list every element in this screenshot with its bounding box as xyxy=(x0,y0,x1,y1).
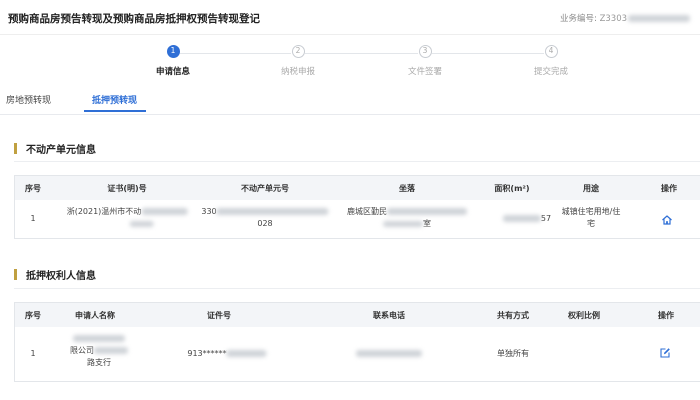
business-number-label: 业务编号: xyxy=(560,14,597,24)
redacted-text xyxy=(73,335,125,342)
id-number-prefix: 913****** xyxy=(187,349,227,358)
column-header: 共有方式 xyxy=(497,311,529,320)
applicant-name: 限公司 路支行 xyxy=(70,333,128,369)
certificate-number-text: 浙(2021)温州市不动 xyxy=(66,207,142,216)
property-area: 57 xyxy=(502,213,552,225)
mortgage-section-title: 抵押权利人信息 xyxy=(14,267,96,282)
phone-number xyxy=(356,348,422,360)
tab-mortgage-transfer[interactable]: 抵押预转现 xyxy=(92,93,137,106)
column-header: 面积(m²) xyxy=(494,184,530,193)
applicant-name-line-3: 路支行 xyxy=(87,358,111,367)
row-index: 1 xyxy=(30,214,36,223)
edit-icon[interactable] xyxy=(659,347,671,359)
mortgage-section-title-text: 抵押权利人信息 xyxy=(26,271,96,282)
step-1-number: 1 xyxy=(166,45,180,58)
column-header: 证件号 xyxy=(207,311,231,320)
tab-bar: 房地预转现 抵押预转现 xyxy=(0,88,700,115)
business-number-redacted xyxy=(628,15,691,22)
unit-number: 330 028 xyxy=(201,206,329,230)
redacted-text xyxy=(129,220,154,227)
step-1: 1 申请信息 xyxy=(128,45,218,77)
page-title: 预购商品房预告转现及预购商品房抵押权预告转现登记 xyxy=(8,13,260,25)
active-tab-indicator xyxy=(84,110,146,112)
redacted-text xyxy=(383,220,423,227)
section-divider xyxy=(14,288,700,289)
column-header: 操作 xyxy=(658,311,674,320)
redacted-text xyxy=(141,208,188,215)
column-header: 不动产单元号 xyxy=(241,184,289,193)
column-header: 用途 xyxy=(583,184,599,193)
table-row: 1 限公司 路支行 913****** 单独所有 xyxy=(15,327,700,381)
id-number: 913****** xyxy=(187,348,267,360)
property-table: 序号 证书(明)号 不动产单元号 坐落 面积(m²) 用途 操作 1 浙(202… xyxy=(14,175,700,239)
step-3: 3 文件签署 xyxy=(380,45,470,77)
certificate-number: 浙(2021)温州市不动 xyxy=(67,206,188,230)
page-header: 预购商品房预告转现及预购商品房抵押权预告转现登记 业务编号: Z3303 xyxy=(0,0,700,35)
usage-line-1: 城镇住宅用地/住 xyxy=(561,207,621,216)
unit-number-suffix: 028 xyxy=(257,219,273,228)
property-table-header: 序号 证书(明)号 不动产单元号 坐落 面积(m²) 用途 操作 xyxy=(15,176,700,200)
redacted-text xyxy=(356,350,422,357)
section-marker xyxy=(14,143,17,154)
step-4-label: 提交完成 xyxy=(533,67,568,77)
redacted-text xyxy=(387,208,467,215)
step-3-label: 文件签署 xyxy=(407,67,442,77)
column-header: 序号 xyxy=(25,184,41,193)
step-2-label: 纳税申报 xyxy=(280,67,315,77)
step-2: 2 纳税申报 xyxy=(253,45,343,77)
property-usage: 城镇住宅用地/住 宅 xyxy=(562,206,621,230)
home-icon[interactable] xyxy=(661,214,673,226)
column-header: 申请人名称 xyxy=(75,311,115,320)
location-suffix: 室 xyxy=(423,219,431,228)
unit-number-prefix: 330 xyxy=(201,207,217,216)
redacted-text xyxy=(226,350,267,357)
mortgage-table-header: 序号 申请人名称 证件号 联系电话 共有方式 权利比例 操作 xyxy=(15,303,700,327)
step-4-number: 4 xyxy=(544,45,558,58)
step-4: 4 提交完成 xyxy=(506,45,596,77)
column-header: 坐落 xyxy=(399,184,415,193)
column-header: 序号 xyxy=(25,311,41,320)
property-location: 鹿城区勤民 室 xyxy=(347,206,467,230)
property-section-title: 不动产单元信息 xyxy=(14,141,96,156)
property-section-title-text: 不动产单元信息 xyxy=(26,145,96,156)
tab-property-transfer[interactable]: 房地预转现 xyxy=(6,93,51,106)
step-2-number: 2 xyxy=(291,45,305,58)
row-index: 1 xyxy=(30,349,36,358)
section-marker xyxy=(14,269,17,280)
table-row: 1 浙(2021)温州市不动 330 028 鹿城区勤民 室 57 城镇住宅用地… xyxy=(15,200,700,238)
business-number-value: Z3303 xyxy=(599,14,628,24)
area-suffix: 57 xyxy=(540,214,552,223)
usage-line-2: 宅 xyxy=(586,219,595,228)
step-1-label: 申请信息 xyxy=(155,67,190,77)
step-3-number: 3 xyxy=(418,45,432,58)
section-divider xyxy=(14,161,700,162)
redacted-text xyxy=(94,347,128,354)
business-number: 业务编号: Z3303 xyxy=(560,12,691,24)
applicant-name-line-2: 限公司 xyxy=(70,346,94,355)
column-header: 权利比例 xyxy=(568,311,600,320)
redacted-text xyxy=(502,215,541,222)
column-header: 操作 xyxy=(661,184,677,193)
location-text: 鹿城区勤民 xyxy=(347,207,387,216)
column-header: 联系电话 xyxy=(373,311,405,320)
redacted-text xyxy=(216,208,329,215)
mortgage-table: 序号 申请人名称 证件号 联系电话 共有方式 权利比例 操作 1 限公司 路支行… xyxy=(14,302,700,382)
column-header: 证书(明)号 xyxy=(107,184,147,193)
share-mode: 单独所有 xyxy=(497,349,529,358)
